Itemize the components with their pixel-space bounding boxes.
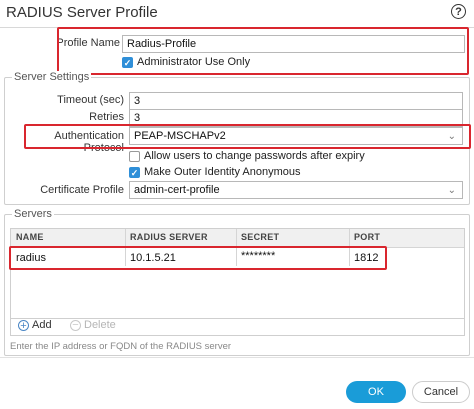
column-header-port[interactable]: PORT (354, 232, 380, 242)
column-header-name[interactable]: NAME (16, 232, 44, 242)
servers-legend: Servers (12, 208, 54, 220)
highlight-auth-protocol (24, 124, 471, 149)
add-button[interactable]: Add (32, 319, 52, 331)
dialog-titlebar: RADIUS Server Profile ? (0, 0, 474, 28)
chevron-down-icon: ⌄ (447, 185, 456, 196)
retries-label: Retries (89, 111, 124, 123)
check-icon: ✓ (130, 168, 139, 178)
servers-table: NAME RADIUS SERVER SECRET PORT radius 10… (10, 228, 465, 319)
outer-identity-checkbox[interactable]: ✓ (129, 167, 140, 178)
allow-change-password-checkbox[interactable] (129, 151, 140, 162)
allow-change-password-label: Allow users to change passwords after ex… (144, 150, 365, 162)
highlight-server-row (9, 246, 387, 270)
footer-divider (0, 357, 474, 358)
server-settings-legend: Server Settings (12, 71, 92, 83)
help-icon[interactable]: ? (451, 4, 466, 19)
dialog-title: RADIUS Server Profile (6, 4, 158, 21)
highlight-profile (57, 27, 469, 75)
timeout-label: Timeout (sec) (57, 94, 124, 106)
cert-profile-label: Certificate Profile (40, 184, 124, 196)
servers-toolbar: + Add − Delete (10, 317, 465, 336)
cert-profile-select[interactable]: admin-cert-profile ⌄ (129, 181, 463, 199)
timeout-input[interactable]: 3 (129, 92, 463, 110)
minus-circle-icon: − (70, 320, 81, 331)
cancel-button[interactable]: Cancel (412, 381, 470, 403)
servers-hint: Enter the IP address or FQDN of the RADI… (10, 341, 232, 352)
column-header-radius-server[interactable]: RADIUS SERVER (130, 232, 208, 242)
outer-identity-label: Make Outer Identity Anonymous (144, 166, 301, 178)
delete-button[interactable]: Delete (84, 319, 116, 331)
plus-circle-icon[interactable]: + (18, 320, 29, 332)
cert-profile-value: admin-cert-profile (134, 184, 220, 196)
column-header-secret[interactable]: SECRET (241, 232, 279, 242)
ok-button[interactable]: OK (346, 381, 406, 403)
